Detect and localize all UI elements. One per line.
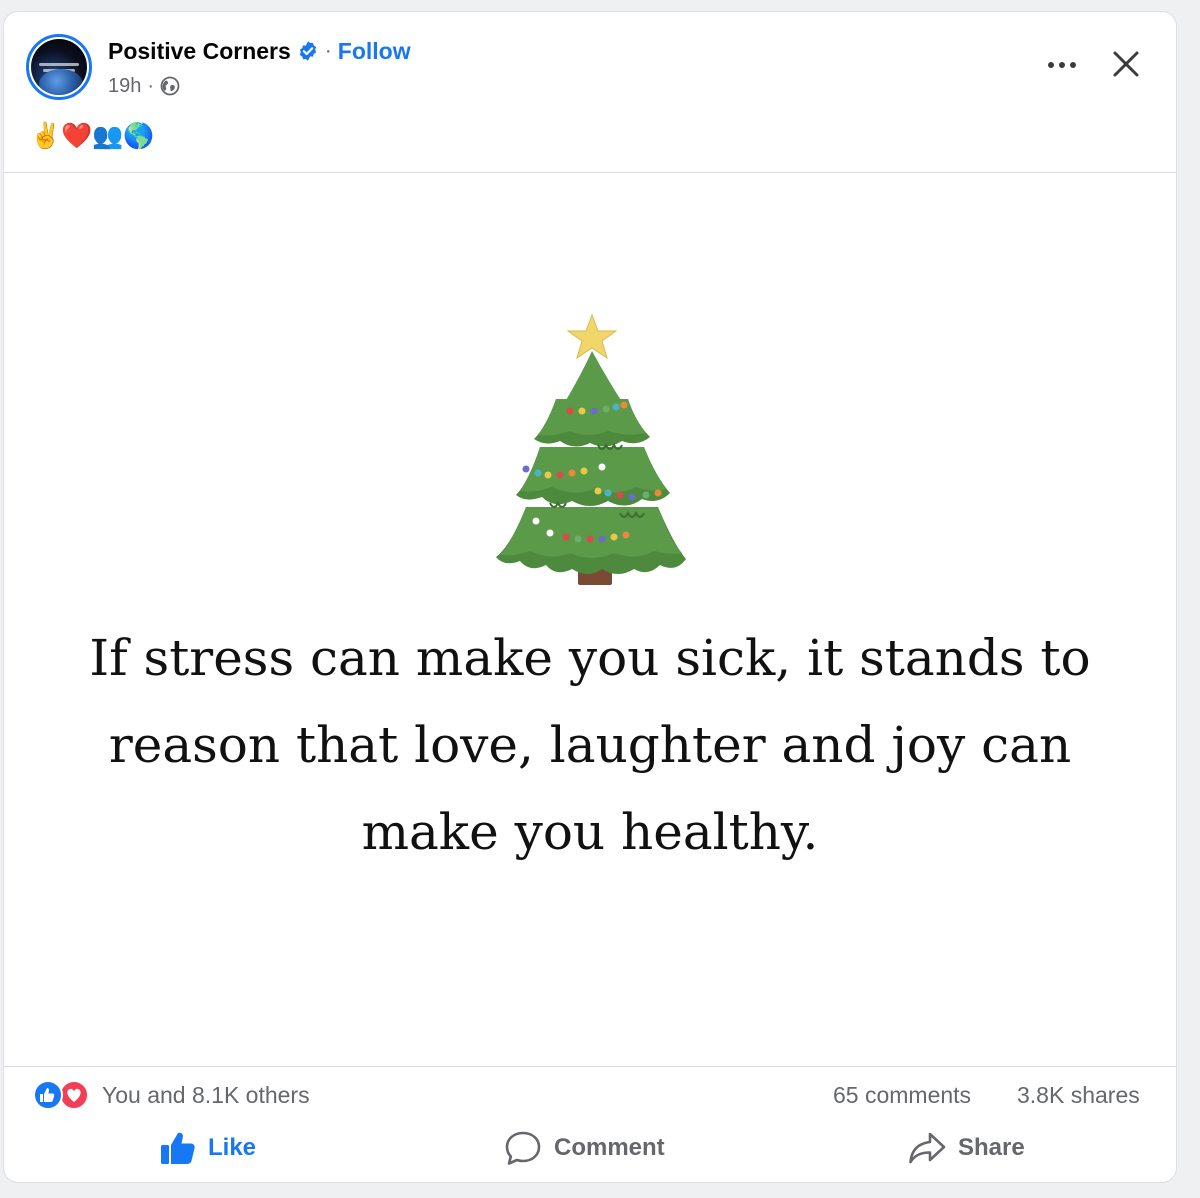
page-avatar[interactable] [26, 34, 92, 100]
love-reaction-icon [59, 1080, 89, 1110]
more-options-button[interactable] [1040, 48, 1084, 82]
post-caption: ✌️❤️👥🌎 [30, 122, 155, 150]
post-header: Positive Corners · Follow 19h · ✌️❤️👥🌎 [4, 12, 1176, 172]
christmas-tree-illustration [496, 313, 686, 585]
post-card: Positive Corners · Follow 19h · ✌️❤️👥🌎 I… [4, 12, 1176, 1182]
comment-button[interactable]: Comment [504, 1128, 665, 1168]
reactions-summary[interactable]: You and 8.1K others [102, 1081, 310, 1109]
like-button[interactable]: Like [160, 1128, 256, 1168]
post-time[interactable]: 19h [108, 75, 141, 98]
like-label: Like [208, 1134, 257, 1161]
time-separator: · [147, 74, 155, 97]
share-button[interactable]: Share [908, 1128, 1025, 1168]
name-row: Positive Corners · Follow [108, 36, 411, 66]
comment-label: Comment [554, 1134, 665, 1161]
post-image[interactable]: If stress can make you sick, it stands t… [4, 172, 1176, 1067]
post-meta: 19h · [108, 74, 180, 98]
like-reaction-icon [33, 1080, 63, 1110]
close-icon [1113, 51, 1139, 77]
share-icon [909, 1132, 946, 1164]
verified-badge-icon [299, 41, 316, 61]
comments-count[interactable]: 65 comments [833, 1081, 971, 1109]
share-label: Share [958, 1134, 1025, 1161]
post-actions: Like Comment Share [4, 1122, 1176, 1174]
comment-icon [505, 1131, 541, 1165]
more-options-icon [1048, 62, 1076, 68]
shares-count[interactable]: 3.8K shares [1017, 1081, 1140, 1109]
avatar-image [31, 39, 87, 95]
thumbs-up-icon [161, 1132, 195, 1164]
engagement-stats: You and 8.1K others 65 comments 3.8K sha… [4, 1075, 1176, 1115]
page-name[interactable]: Positive Corners [108, 38, 291, 65]
name-separator: · [324, 39, 332, 62]
globe-icon [160, 76, 180, 96]
quote-text: If stress can make you sick, it stands t… [89, 629, 1091, 861]
follow-button[interactable]: Follow [338, 38, 411, 65]
close-button[interactable] [1104, 42, 1148, 86]
reaction-icons[interactable] [28, 1079, 98, 1111]
